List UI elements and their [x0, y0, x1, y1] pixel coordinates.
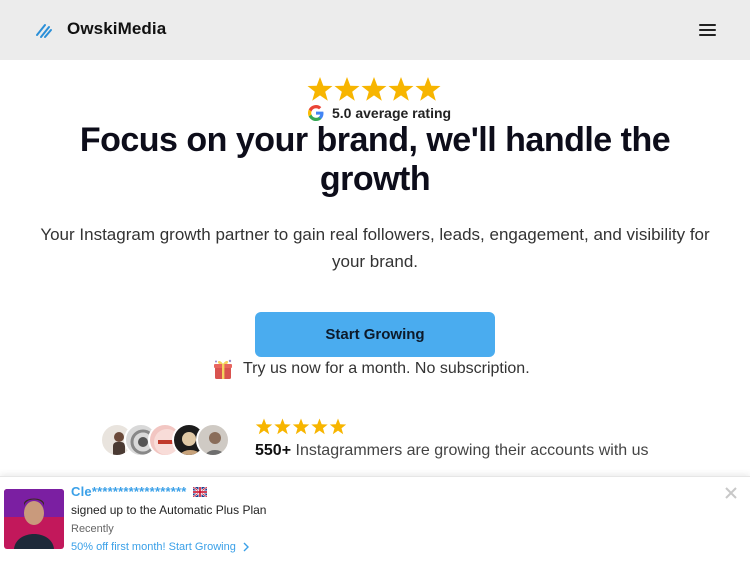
hero-headline: Focus on your brand, we'll handle the gr… — [79, 121, 671, 198]
star-icon — [311, 418, 328, 435]
rating-text: 5.0 average rating — [332, 105, 452, 121]
gift-icon — [214, 359, 232, 379]
popup-user-photo — [4, 489, 64, 549]
avatar — [196, 423, 230, 457]
google-g-icon — [308, 105, 324, 121]
star-icon — [388, 77, 414, 101]
star-icon — [307, 77, 333, 101]
star-icon — [415, 77, 441, 101]
trial-text: Try us now for a month. No subscription. — [243, 360, 530, 377]
popup-time: Recently — [71, 523, 114, 535]
rating-stars — [307, 77, 441, 101]
star-icon — [361, 77, 387, 101]
star-icon — [329, 418, 347, 435]
trial-row: Try us now for a month. No subscription. — [212, 357, 530, 381]
chevron-right-icon — [243, 542, 249, 552]
star-icon — [334, 77, 360, 101]
popup-action-text: signed up to the Automatic Plus Plan — [71, 503, 267, 517]
hero-subtitle: Your Instagram growth partner to gain re… — [40, 225, 710, 271]
logo-icon[interactable] — [34, 20, 54, 40]
site-header: OwskiMedia — [0, 0, 750, 60]
close-icon[interactable] — [723, 485, 739, 501]
brand-name[interactable]: OwskiMedia — [67, 19, 166, 39]
star-icon — [292, 418, 310, 435]
signup-notification-popup[interactable]: Cle****************** signed up to the A… — [0, 476, 750, 563]
uk-flag-icon — [192, 486, 207, 497]
social-proof-label: Instagrammers are growing their accounts… — [295, 442, 649, 459]
popup-user-name: Cle****************** — [71, 484, 187, 499]
star-icon — [274, 418, 291, 435]
popup-offer-link[interactable]: 50% off first month! Start Growing — [71, 541, 250, 553]
social-proof-count: 550+ — [255, 442, 292, 459]
popup-name-row: Cle****************** — [71, 484, 207, 499]
rating-row: 5.0 average rating — [308, 104, 451, 122]
hamburger-menu-icon[interactable] — [697, 21, 721, 39]
social-proof-text: 550+ Instagrammers are growing their acc… — [255, 442, 649, 460]
star-icon — [255, 418, 273, 435]
avatar-group — [100, 423, 240, 459]
social-proof-stars — [255, 418, 347, 435]
popup-offer-label[interactable]: 50% off first month! Start Growing — [71, 541, 236, 553]
start-growing-button[interactable]: Start Growing — [255, 312, 495, 357]
